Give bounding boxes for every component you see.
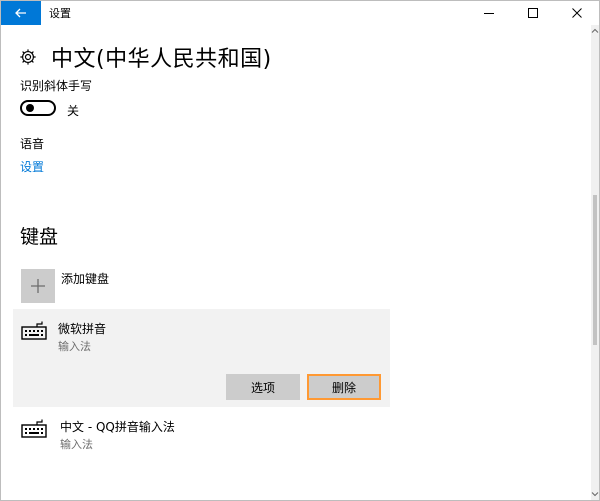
page-header: 中文(中华人民共和国) bbox=[19, 41, 272, 73]
close-button[interactable] bbox=[555, 1, 599, 25]
gear-icon bbox=[20, 49, 36, 65]
window-title: 设置 bbox=[49, 7, 71, 20]
plus-icon bbox=[31, 279, 45, 293]
keyboard-icon bbox=[21, 419, 47, 438]
minimize-button[interactable] bbox=[467, 1, 511, 25]
keyboards-section-title: 键盘 bbox=[20, 226, 59, 248]
keyboard-name: 中文 - QQ拼音输入法 bbox=[60, 420, 175, 434]
maximize-icon bbox=[528, 8, 538, 18]
add-keyboard-button[interactable] bbox=[21, 269, 55, 303]
scroll-up-icon[interactable] bbox=[591, 27, 599, 35]
handwriting-toggle[interactable] bbox=[20, 100, 56, 116]
keyboard-type: 输入法 bbox=[60, 438, 93, 451]
page-title: 中文(中华人民共和国) bbox=[51, 47, 272, 72]
remove-button-label: 删除 bbox=[331, 380, 356, 395]
remove-button[interactable]: 删除 bbox=[307, 374, 381, 400]
keyboard-name: 微软拼音 bbox=[58, 322, 107, 336]
handwriting-label: 识别斜体手写 bbox=[20, 79, 93, 93]
close-icon bbox=[572, 8, 582, 18]
keyboard-item[interactable]: 中文 - QQ拼音输入法 输入法 bbox=[13, 411, 390, 455]
title-bar: 设置 bbox=[1, 1, 599, 25]
toggle-state-label: 关 bbox=[67, 104, 80, 118]
keyboard-type: 输入法 bbox=[58, 340, 91, 353]
keyboard-icon bbox=[21, 321, 47, 340]
maximize-button[interactable] bbox=[511, 1, 555, 25]
keyboard-item-selected[interactable]: 微软拼音 输入法 选项 删除 bbox=[13, 309, 390, 407]
scroll-thumb[interactable] bbox=[593, 195, 597, 345]
speech-settings-link[interactable]: 设置 bbox=[20, 158, 44, 175]
back-button[interactable] bbox=[1, 1, 41, 25]
back-arrow-icon bbox=[15, 8, 26, 18]
speech-label: 语音 bbox=[20, 137, 45, 151]
scrollbar[interactable] bbox=[591, 25, 599, 500]
options-button-label: 选项 bbox=[250, 380, 275, 395]
add-keyboard-label[interactable]: 添加键盘 bbox=[61, 270, 109, 287]
settings-window: 设置 中文(中华人民共和国) 识别斜体手写 关 语音 设置 键盘 添加键盘 微软… bbox=[0, 0, 600, 501]
options-button[interactable]: 选项 bbox=[226, 374, 300, 400]
minimize-icon bbox=[484, 13, 494, 14]
scroll-down-icon[interactable] bbox=[591, 490, 599, 498]
toggle-knob bbox=[26, 104, 34, 112]
